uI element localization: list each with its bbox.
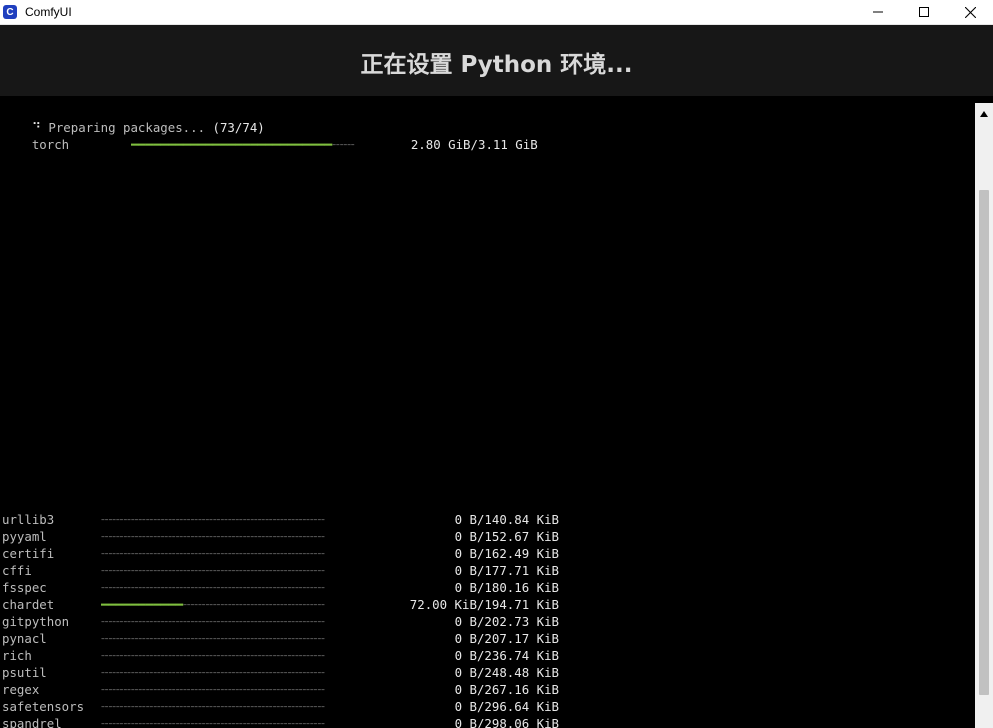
progress-bar: ╌╌╌╌╌╌╌╌╌╌╌╌╌╌╌╌╌╌╌╌╌╌╌╌╌╌╌╌╌╌	[101, 681, 371, 698]
package-row: fsspec ╌╌╌╌╌╌╌╌╌╌╌╌╌╌╌╌╌╌╌╌╌╌╌╌╌╌╌╌╌╌ 0 B/…	[2, 579, 559, 596]
minimize-button[interactable]	[855, 0, 901, 24]
package-row: regex ╌╌╌╌╌╌╌╌╌╌╌╌╌╌╌╌╌╌╌╌╌╌╌╌╌╌╌╌╌╌ 0 B/2…	[2, 681, 559, 698]
progress-bar-empty: ╌╌╌╌╌╌╌╌╌╌╌╌╌╌╌╌╌╌╌╌╌╌╌╌╌╌╌╌╌╌	[101, 512, 325, 527]
maximize-button[interactable]	[901, 0, 947, 24]
package-name: regex	[2, 682, 40, 697]
package-row: psutil ╌╌╌╌╌╌╌╌╌╌╌╌╌╌╌╌╌╌╌╌╌╌╌╌╌╌╌╌╌╌ 0 B/…	[2, 664, 559, 681]
maximize-icon	[919, 7, 929, 17]
package-size: 72.00 KiB/194.71 KiB	[409, 597, 559, 612]
progress-bar-empty: ╌╌╌╌╌╌╌╌╌╌╌╌╌╌╌╌╌╌╌╌╌╌╌╌╌╌╌╌╌╌	[101, 580, 325, 595]
package-row: gitpython ╌╌╌╌╌╌╌╌╌╌╌╌╌╌╌╌╌╌╌╌╌╌╌╌╌╌╌╌╌╌ 0…	[2, 613, 559, 630]
progress-bar: ╌╌╌╌╌╌╌╌╌╌╌╌╌╌╌╌╌╌╌╌╌╌╌╌╌╌╌╌╌╌	[101, 528, 371, 545]
progress-bar-empty: ╌╌╌╌╌╌╌╌╌╌╌╌╌╌╌╌╌╌╌╌╌╌╌╌╌╌╌╌╌╌	[101, 682, 325, 697]
terminal-output[interactable]: ⠙ Preparing packages... (73/74) torch ━━━…	[0, 96, 975, 728]
progress-bar-empty: ╌╌╌╌╌╌╌╌╌╌╌╌╌╌╌╌╌╌╌	[183, 597, 325, 612]
progress-bar-empty: ╌╌╌╌╌╌╌╌╌╌╌╌╌╌╌╌╌╌╌╌╌╌╌╌╌╌╌╌╌╌	[101, 563, 325, 578]
scroll-thumb[interactable]	[979, 190, 989, 695]
setup-header: 正在设置 Python 环境...	[0, 25, 993, 96]
package-name: urllib3	[2, 512, 55, 527]
package-row: pyyaml ╌╌╌╌╌╌╌╌╌╌╌╌╌╌╌╌╌╌╌╌╌╌╌╌╌╌╌╌╌╌ 0 B/…	[2, 528, 559, 545]
package-size: 0 B/162.49 KiB	[454, 546, 559, 561]
progress-bar-empty: ╌╌╌╌╌╌╌╌╌╌╌╌╌╌╌╌╌╌╌╌╌╌╌╌╌╌╌╌╌╌	[101, 631, 325, 646]
progress-bar-empty: ╌╌╌╌╌╌╌╌╌╌╌╌╌╌╌╌╌╌╌╌╌╌╌╌╌╌╌╌╌╌	[101, 699, 325, 714]
progress-bar: ╌╌╌╌╌╌╌╌╌╌╌╌╌╌╌╌╌╌╌╌╌╌╌╌╌╌╌╌╌╌	[101, 630, 371, 647]
package-name: certifi	[2, 546, 55, 561]
package-name: pynacl	[2, 631, 47, 646]
package-name: pyyaml	[2, 529, 47, 544]
package-row: certifi ╌╌╌╌╌╌╌╌╌╌╌╌╌╌╌╌╌╌╌╌╌╌╌╌╌╌╌╌╌╌ 0 B…	[2, 545, 559, 562]
progress-bar: ╌╌╌╌╌╌╌╌╌╌╌╌╌╌╌╌╌╌╌╌╌╌╌╌╌╌╌╌╌╌	[101, 613, 371, 630]
package-size: 2.80 GiB/3.11 GiB	[410, 137, 538, 152]
progress-bar: ╌╌╌╌╌╌╌╌╌╌╌╌╌╌╌╌╌╌╌╌╌╌╌╌╌╌╌╌╌╌	[101, 579, 371, 596]
package-name: gitpython	[2, 614, 70, 629]
package-name: spandrel	[2, 716, 62, 728]
progress-bar: ━━━━━━━━━━━━━━━━━━━━━━━━━━━╌╌╌	[131, 136, 401, 153]
progress-bar-empty: ╌╌╌╌╌╌╌╌╌╌╌╌╌╌╌╌╌╌╌╌╌╌╌╌╌╌╌╌╌╌	[101, 648, 325, 663]
package-name: safetensors	[2, 699, 85, 714]
progress-bar: ╌╌╌╌╌╌╌╌╌╌╌╌╌╌╌╌╌╌╌╌╌╌╌╌╌╌╌╌╌╌	[101, 647, 371, 664]
package-size: 0 B/202.73 KiB	[454, 614, 559, 629]
package-name: fsspec	[2, 580, 47, 595]
package-row: pynacl ╌╌╌╌╌╌╌╌╌╌╌╌╌╌╌╌╌╌╌╌╌╌╌╌╌╌╌╌╌╌ 0 B/…	[2, 630, 559, 647]
comfyui-app-icon: C	[3, 5, 17, 19]
package-name: rich	[2, 648, 32, 663]
package-size: 0 B/207.17 KiB	[454, 631, 559, 646]
package-size: 0 B/180.16 KiB	[454, 580, 559, 595]
minimize-icon	[873, 11, 883, 13]
package-size: 0 B/248.48 KiB	[454, 665, 559, 680]
progress-bar-filled: ━━━━━━━━━━━	[101, 597, 184, 612]
package-size: 0 B/236.74 KiB	[454, 648, 559, 663]
package-size: 0 B/296.64 KiB	[454, 699, 559, 714]
package-size: 0 B/298.06 KiB	[454, 716, 559, 728]
package-name: cffi	[2, 563, 32, 578]
progress-bar-empty: ╌╌╌	[332, 137, 355, 152]
package-row: cffi ╌╌╌╌╌╌╌╌╌╌╌╌╌╌╌╌╌╌╌╌╌╌╌╌╌╌╌╌╌╌ 0 B/17…	[2, 562, 559, 579]
active-package-row: torch ━━━━━━━━━━━━━━━━━━━━━━━━━━━╌╌╌ 2.80 …	[2, 119, 538, 152]
progress-bar: ╌╌╌╌╌╌╌╌╌╌╌╌╌╌╌╌╌╌╌╌╌╌╌╌╌╌╌╌╌╌	[101, 664, 371, 681]
progress-bar: ╌╌╌╌╌╌╌╌╌╌╌╌╌╌╌╌╌╌╌╌╌╌╌╌╌╌╌╌╌╌	[101, 545, 371, 562]
page-title: 正在设置 Python 环境...	[360, 51, 633, 78]
progress-bar: ╌╌╌╌╌╌╌╌╌╌╌╌╌╌╌╌╌╌╌╌╌╌╌╌╌╌╌╌╌╌	[101, 511, 371, 528]
package-size: 0 B/140.84 KiB	[454, 512, 559, 527]
progress-bar-empty: ╌╌╌╌╌╌╌╌╌╌╌╌╌╌╌╌╌╌╌╌╌╌╌╌╌╌╌╌╌╌	[101, 614, 325, 629]
package-name: chardet	[2, 597, 55, 612]
progress-bar: ━━━━━━━━━━━╌╌╌╌╌╌╌╌╌╌╌╌╌╌╌╌╌╌╌	[101, 596, 371, 613]
window-controls	[855, 0, 993, 24]
progress-bar-empty: ╌╌╌╌╌╌╌╌╌╌╌╌╌╌╌╌╌╌╌╌╌╌╌╌╌╌╌╌╌╌	[101, 716, 325, 728]
progress-bar-empty: ╌╌╌╌╌╌╌╌╌╌╌╌╌╌╌╌╌╌╌╌╌╌╌╌╌╌╌╌╌╌	[101, 546, 325, 561]
vertical-scrollbar[interactable]	[975, 103, 993, 728]
package-name: psutil	[2, 665, 47, 680]
close-button[interactable]	[947, 0, 993, 24]
window-titlebar[interactable]: C ComfyUI	[0, 0, 993, 25]
package-size: 0 B/177.71 KiB	[454, 563, 559, 578]
package-size: 0 B/267.16 KiB	[454, 682, 559, 697]
package-row: chardet ━━━━━━━━━━━╌╌╌╌╌╌╌╌╌╌╌╌╌╌╌╌╌╌╌ 72.…	[2, 596, 559, 613]
progress-bar: ╌╌╌╌╌╌╌╌╌╌╌╌╌╌╌╌╌╌╌╌╌╌╌╌╌╌╌╌╌╌	[101, 715, 371, 728]
package-row: spandrel ╌╌╌╌╌╌╌╌╌╌╌╌╌╌╌╌╌╌╌╌╌╌╌╌╌╌╌╌╌╌ 0 …	[2, 715, 559, 728]
window-title: ComfyUI	[25, 5, 72, 19]
scroll-up-arrow-icon[interactable]	[975, 105, 993, 122]
preparing-line: ⠙ Preparing packages... (73/74)	[2, 102, 265, 135]
package-size: 0 B/152.67 KiB	[454, 529, 559, 544]
package-row: safetensors ╌╌╌╌╌╌╌╌╌╌╌╌╌╌╌╌╌╌╌╌╌╌╌╌╌╌╌╌╌…	[2, 698, 559, 715]
package-name: torch	[31, 137, 70, 152]
progress-bar-empty: ╌╌╌╌╌╌╌╌╌╌╌╌╌╌╌╌╌╌╌╌╌╌╌╌╌╌╌╌╌╌	[101, 665, 325, 680]
progress-bar-empty: ╌╌╌╌╌╌╌╌╌╌╌╌╌╌╌╌╌╌╌╌╌╌╌╌╌╌╌╌╌╌	[101, 529, 325, 544]
close-icon	[964, 6, 976, 18]
package-row: urllib3 ╌╌╌╌╌╌╌╌╌╌╌╌╌╌╌╌╌╌╌╌╌╌╌╌╌╌╌╌╌╌ 0 B…	[2, 511, 559, 528]
package-row: rich ╌╌╌╌╌╌╌╌╌╌╌╌╌╌╌╌╌╌╌╌╌╌╌╌╌╌╌╌╌╌ 0 B/23…	[2, 647, 559, 664]
progress-bar: ╌╌╌╌╌╌╌╌╌╌╌╌╌╌╌╌╌╌╌╌╌╌╌╌╌╌╌╌╌╌	[101, 698, 371, 715]
progress-bar-filled: ━━━━━━━━━━━━━━━━━━━━━━━━━━━	[130, 137, 333, 152]
progress-bar: ╌╌╌╌╌╌╌╌╌╌╌╌╌╌╌╌╌╌╌╌╌╌╌╌╌╌╌╌╌╌	[101, 562, 371, 579]
